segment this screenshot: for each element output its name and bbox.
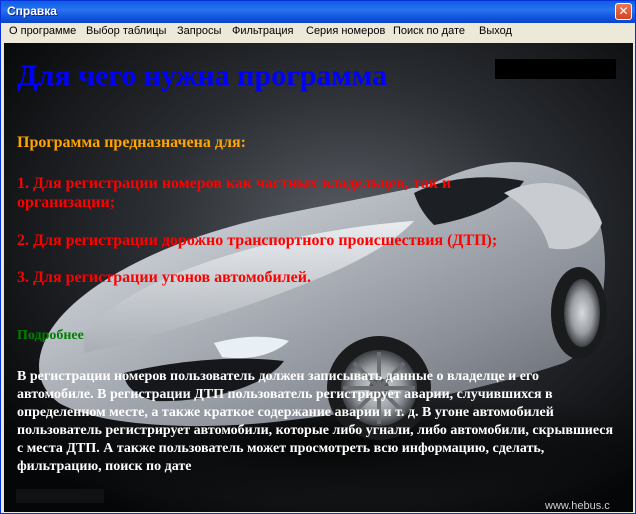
intro-text: Программа предназначена для: — [17, 134, 246, 151]
menu-bar: О программе Выбор таблицы Запросы Фильтр… — [1, 23, 635, 42]
black-rectangle-top — [495, 59, 616, 79]
black-rectangle-bottom — [16, 489, 104, 503]
more-details-label: Подробнее — [17, 328, 84, 343]
menu-exit[interactable]: Выход — [479, 25, 512, 37]
help-content-area: Для чего нужна программа Программа предн… — [4, 43, 633, 512]
menu-select-table[interactable]: Выбор таблицы — [86, 25, 166, 37]
menu-number-series[interactable]: Серия номеров — [306, 25, 385, 37]
purpose-item-1: 1. Для регистрации номеров как частных в… — [17, 175, 452, 211]
purpose-item-3: 3. Для регистрации угонов автомобилей. — [17, 269, 311, 286]
menu-queries[interactable]: Запросы — [177, 25, 221, 37]
description-text: В регистрации номеров пользователь долже… — [17, 369, 614, 474]
help-window: Справка ✕ О программе Выбор таблицы Запр… — [0, 0, 636, 514]
title-bar[interactable]: Справка ✕ — [1, 1, 635, 23]
purpose-item-2: 2. Для регистрации дорожно транспортного… — [17, 232, 498, 249]
window-title: Справка — [7, 4, 57, 18]
menu-filtering[interactable]: Фильтрация — [232, 25, 293, 37]
watermark-text: www.hebus.c — [545, 500, 610, 512]
menu-about[interactable]: О программе — [9, 25, 76, 37]
close-button[interactable]: ✕ — [615, 3, 632, 20]
menu-search-by-date[interactable]: Поиск по дате — [393, 25, 465, 37]
help-heading: Для чего нужна программа — [17, 59, 388, 92]
